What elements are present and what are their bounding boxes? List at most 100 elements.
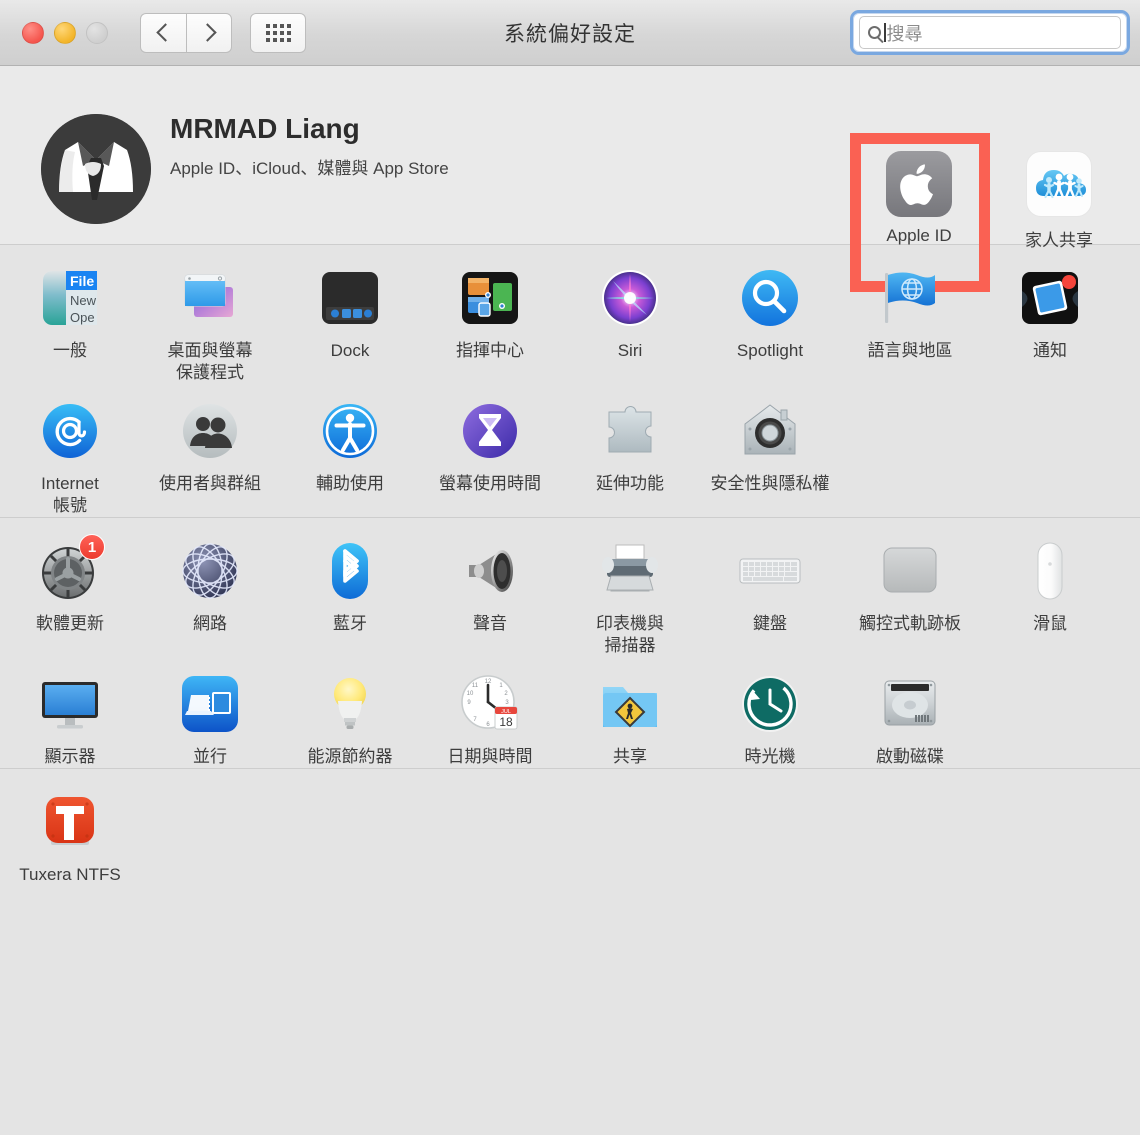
forward-button[interactable]: [186, 12, 232, 53]
accessibility-icon: [317, 398, 383, 464]
account-subtitle: Apple ID、iCloud、媒體與 App Store: [170, 159, 449, 178]
time-machine-icon: [737, 671, 803, 737]
pane-mouse[interactable]: 滑鼠: [980, 524, 1120, 657]
software-update-gear-icon: 1: [37, 534, 105, 604]
pane-siri[interactable]: Siri: [560, 251, 700, 384]
pane-sidecar[interactable]: 並行: [140, 657, 280, 768]
pane-row: 顯示器 並行 能源節約器 12 1 3 6 7 9 11 2 10 JUL 18…: [0, 657, 1140, 768]
minimize-button[interactable]: [54, 21, 76, 44]
mouse-icon: [1017, 538, 1083, 604]
pane-accessibility[interactable]: 輔助使用: [280, 384, 420, 517]
pane-sound[interactable]: 聲音: [420, 524, 560, 657]
window-titlebar: 系統偏好設定 搜尋: [0, 0, 1140, 66]
pane-bluetooth[interactable]: 藍牙: [280, 524, 420, 657]
back-button[interactable]: [140, 12, 186, 53]
pane-label: Siri: [617, 341, 643, 360]
pane-label: 語言與地區: [867, 341, 953, 360]
calendar-day: 18: [499, 715, 513, 729]
pane-desktop-saver[interactable]: 桌面與螢幕 保護程式: [140, 251, 280, 384]
pane-energy-saver[interactable]: 能源節約器: [280, 657, 420, 768]
pane-label: 使用者與群組: [159, 474, 261, 493]
pane-row: Internet 帳號 使用者與群組 輔助使用 螢幕使用時間 延伸功能 安全性與…: [0, 384, 1140, 517]
pane-date-time[interactable]: 1213 567 911210 JUL 18 日期與時間: [420, 657, 560, 768]
pane-software-update[interactable]: 1 軟體更新: [0, 524, 140, 657]
pane-startup-disk[interactable]: 啟動磁碟: [840, 657, 980, 768]
pane-row: Tuxera NTFS: [0, 775, 1140, 886]
users-groups-icon: [177, 398, 243, 464]
pane-users-groups[interactable]: 使用者與群組: [140, 384, 280, 517]
zoom-button: [86, 21, 108, 44]
pane-sharing[interactable]: 共享: [560, 657, 700, 768]
family-sharing-cloud-icon: [1026, 151, 1092, 217]
pane-label: 指揮中心: [456, 341, 524, 360]
pane-label: 顯示器: [44, 747, 96, 766]
pane-label: 安全性與隱私權: [710, 474, 830, 493]
pane-apple-id[interactable]: Apple ID: [859, 151, 979, 246]
printers-scanners-icon: [597, 538, 663, 604]
pane-label: 觸控式軌跡板: [859, 614, 961, 633]
avatar-suit-graphic: [41, 114, 151, 224]
pane-mission-control[interactable]: 指揮中心: [420, 251, 560, 384]
svg-text:11: 11: [472, 683, 479, 689]
pane-label: 日期與時間: [447, 747, 533, 766]
show-all-button[interactable]: [250, 12, 306, 53]
pane-trackpad[interactable]: 觸控式軌跡板: [840, 524, 980, 657]
pane-internet-accounts[interactable]: Internet 帳號: [0, 384, 140, 517]
svg-text:New: New: [70, 293, 97, 308]
mission-control-icon: [457, 265, 523, 331]
pane-notifications[interactable]: 通知: [980, 251, 1120, 384]
close-button[interactable]: [22, 21, 44, 44]
pane-general[interactable]: File New Ope 一般: [0, 251, 140, 384]
svg-text:10: 10: [467, 691, 474, 697]
pane-label: Spotlight: [736, 341, 804, 360]
dock-icon: [317, 265, 383, 331]
pane-label: 軟體更新: [36, 614, 104, 633]
pane-label: 共享: [613, 747, 647, 766]
pane-label: 藍牙: [333, 614, 367, 633]
sidecar-icon: [177, 671, 243, 737]
pane-tuxera-ntfs[interactable]: Tuxera NTFS: [0, 775, 140, 886]
chevron-left-icon: [156, 23, 175, 42]
apple-logo-icon: [886, 151, 952, 217]
pane-screen-time[interactable]: 螢幕使用時間: [420, 384, 560, 517]
notifications-icon: [1017, 265, 1083, 331]
pane-label: 桌面與螢幕 保護程式: [167, 341, 253, 382]
internet-accounts-at-icon: [37, 398, 103, 464]
pane-label: 並行: [193, 747, 227, 766]
pane-label: 家人共享: [1025, 231, 1093, 250]
pane-label: 聲音: [473, 614, 507, 633]
pane-row: 1 軟體更新 網路 藍牙 聲音 印表機與 掃描器 鍵盤 觸控式軌跡板 滑鼠: [0, 524, 1140, 657]
desktop-screensaver-icon: [177, 265, 243, 331]
pane-time-machine[interactable]: 時光機: [700, 657, 840, 768]
trackpad-icon: [877, 538, 943, 604]
pane-label: Dock: [330, 341, 370, 360]
pane-label: 一般: [53, 341, 87, 360]
keyboard-icon: [737, 538, 803, 604]
pane-label: 鍵盤: [753, 614, 787, 633]
screen-time-hourglass-icon: [457, 398, 523, 464]
navigation-buttons: [140, 12, 232, 53]
pane-label: 印表機與 掃描器: [596, 614, 664, 655]
language-flag-globe-icon: [877, 265, 943, 331]
pane-label: Apple ID: [886, 226, 952, 245]
extensions-puzzle-icon: [597, 398, 663, 464]
pane-dock[interactable]: Dock: [280, 251, 420, 384]
pane-family-sharing[interactable]: 家人共享: [999, 151, 1119, 251]
display-monitor-icon: [37, 671, 103, 737]
account-name: MRMAD Liang: [170, 113, 360, 144]
pane-security-privacy[interactable]: 安全性與隱私權: [700, 384, 840, 517]
pane-displays[interactable]: 顯示器: [0, 657, 140, 768]
pane-printers[interactable]: 印表機與 掃描器: [560, 524, 700, 657]
pane-extensions[interactable]: 延伸功能: [560, 384, 700, 517]
svg-text:File: File: [70, 273, 94, 289]
search-field[interactable]: 搜尋: [850, 10, 1130, 55]
pane-keyboard[interactable]: 鍵盤: [700, 524, 840, 657]
pane-network[interactable]: 網路: [140, 524, 280, 657]
account-banner: MRMAD Liang Apple ID、iCloud、媒體與 App Stor…: [0, 66, 1140, 292]
avatar[interactable]: [41, 114, 151, 224]
search-input[interactable]: 搜尋: [859, 16, 1121, 49]
tuxera-ntfs-icon: [37, 789, 103, 855]
text-caret: [884, 23, 886, 42]
pane-label: Internet 帳號: [41, 474, 99, 515]
pane-spotlight[interactable]: Spotlight: [700, 251, 840, 384]
